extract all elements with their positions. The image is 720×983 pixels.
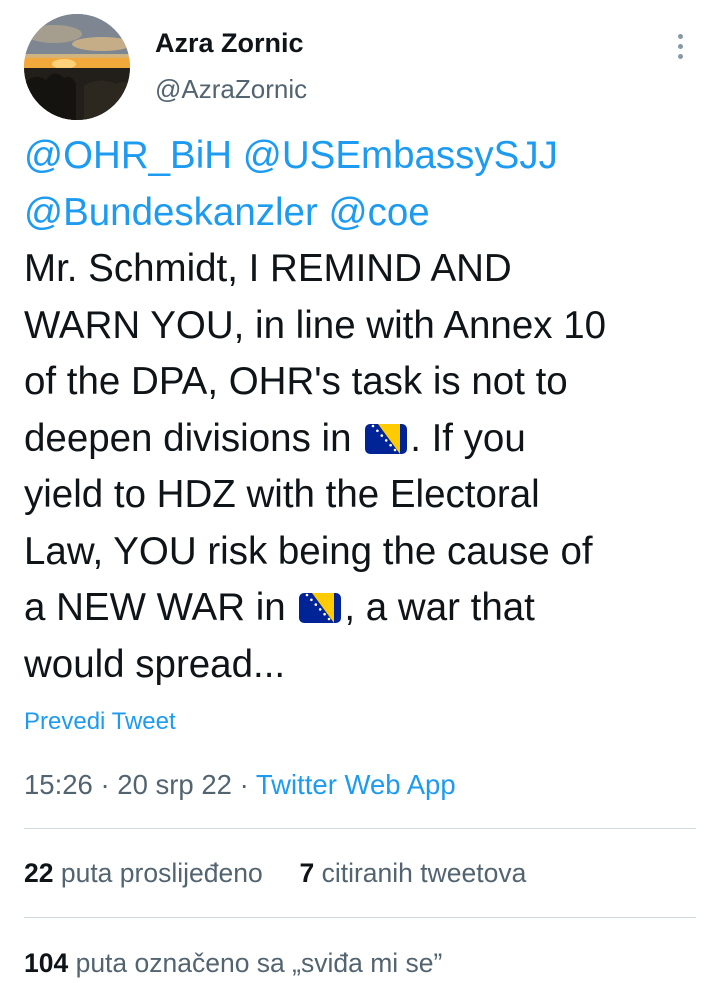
tweet-text-segment: yield to HDZ with the Electoral [24,473,540,516]
tweet-line: WARN YOU, in line with Annex 10 [24,298,704,355]
tweet-line: a NEW WAR in , a war that [24,580,704,637]
tweet-line: would spread... [24,637,704,694]
tweet-line: Law, YOU risk being the cause of [24,524,704,581]
tweet-text-segment [318,191,329,234]
retweets-label: puta proslijeđeno [53,858,263,888]
user-handle[interactable]: @AzraZornic [155,74,307,105]
tweet-line: @OHR_BiH @USEmbassySJJ [24,128,704,185]
tweet-line: of the DPA, OHR's task is not to [24,354,704,411]
tweet-date[interactable]: 20 srp 22 [117,769,232,800]
tweet-line: yield to HDZ with the Electoral [24,467,704,524]
quotes-count: 7 [299,858,315,888]
tweet-metadata: 15:26 · 20 srp 22 · Twitter Web App [24,769,456,801]
display-name[interactable]: Azra Zornic [155,28,304,59]
likes-row: 104 puta označeno sa „sviđa mi se” [24,948,442,979]
tweet-text-segment: of the DPA, OHR's task is not to [24,360,568,403]
tweet-text-segment: a NEW WAR in [24,586,297,629]
tweet-line: Mr. Schmidt, I REMIND AND [24,241,704,298]
tweet-time[interactable]: 15:26 [24,769,93,800]
tweet-source-link[interactable]: Twitter Web App [256,769,456,800]
mention-link[interactable]: @USEmbassySJJ [243,134,558,177]
quotes-label: citiranih tweetova [314,858,527,888]
tweet-line: deepen divisions in . If you [24,411,704,468]
engagement-row: 22 puta proslijeđeno 7 citiranih tweetov… [24,858,526,889]
quotes-link[interactable]: 7 citiranih tweetova [299,858,526,888]
tweet-text-segment: deepen divisions in [24,416,363,460]
tweet-text-segment [232,134,243,177]
tweet-text-segment: Mr. Schmidt, I REMIND AND [24,247,512,290]
bosnia-flag-emoji [365,423,408,454]
retweets-count: 22 [24,858,54,888]
tweet-line: @Bundeskanzler @coe [24,185,704,242]
mention-link[interactable]: @OHR_BiH [24,134,232,177]
bosnia-flag-emoji [299,593,342,623]
divider [24,917,696,918]
likes-link[interactable]: 104 puta označeno sa „sviđa mi se” [24,948,442,978]
more-vertical-icon [677,33,683,39]
avatar-photo [24,14,130,120]
more-vertical-icon-dot [677,53,683,59]
more-options-button[interactable] [664,30,696,62]
tweet-text-segment: WARN YOU, in line with Annex 10 [24,303,607,347]
tweet-text-segment: would spread... [24,642,286,686]
likes-count: 104 [24,948,69,978]
likes-label: puta označeno sa „sviđa mi se” [68,948,443,978]
tweet-text-segment: , a war that [344,586,535,629]
tweet-text: @OHR_BiH @USEmbassySJJ @Bundeskanzler @co… [24,128,704,693]
tweet-text-segment: Law, YOU risk being the cause of [24,529,593,573]
meta-separator: · [92,769,118,800]
tweet-text-segment: . If you [410,416,526,460]
retweets-link[interactable]: 22 puta proslijeđeno [24,858,263,888]
mention-link[interactable]: @Bundeskanzler [24,191,318,234]
more-vertical-icon-dot [677,43,683,49]
divider [24,828,696,829]
meta-separator: · [231,769,256,800]
translate-tweet-link[interactable]: Prevedi Tweet [24,708,176,736]
avatar[interactable] [24,14,130,120]
mention-link[interactable]: @coe [328,191,429,234]
